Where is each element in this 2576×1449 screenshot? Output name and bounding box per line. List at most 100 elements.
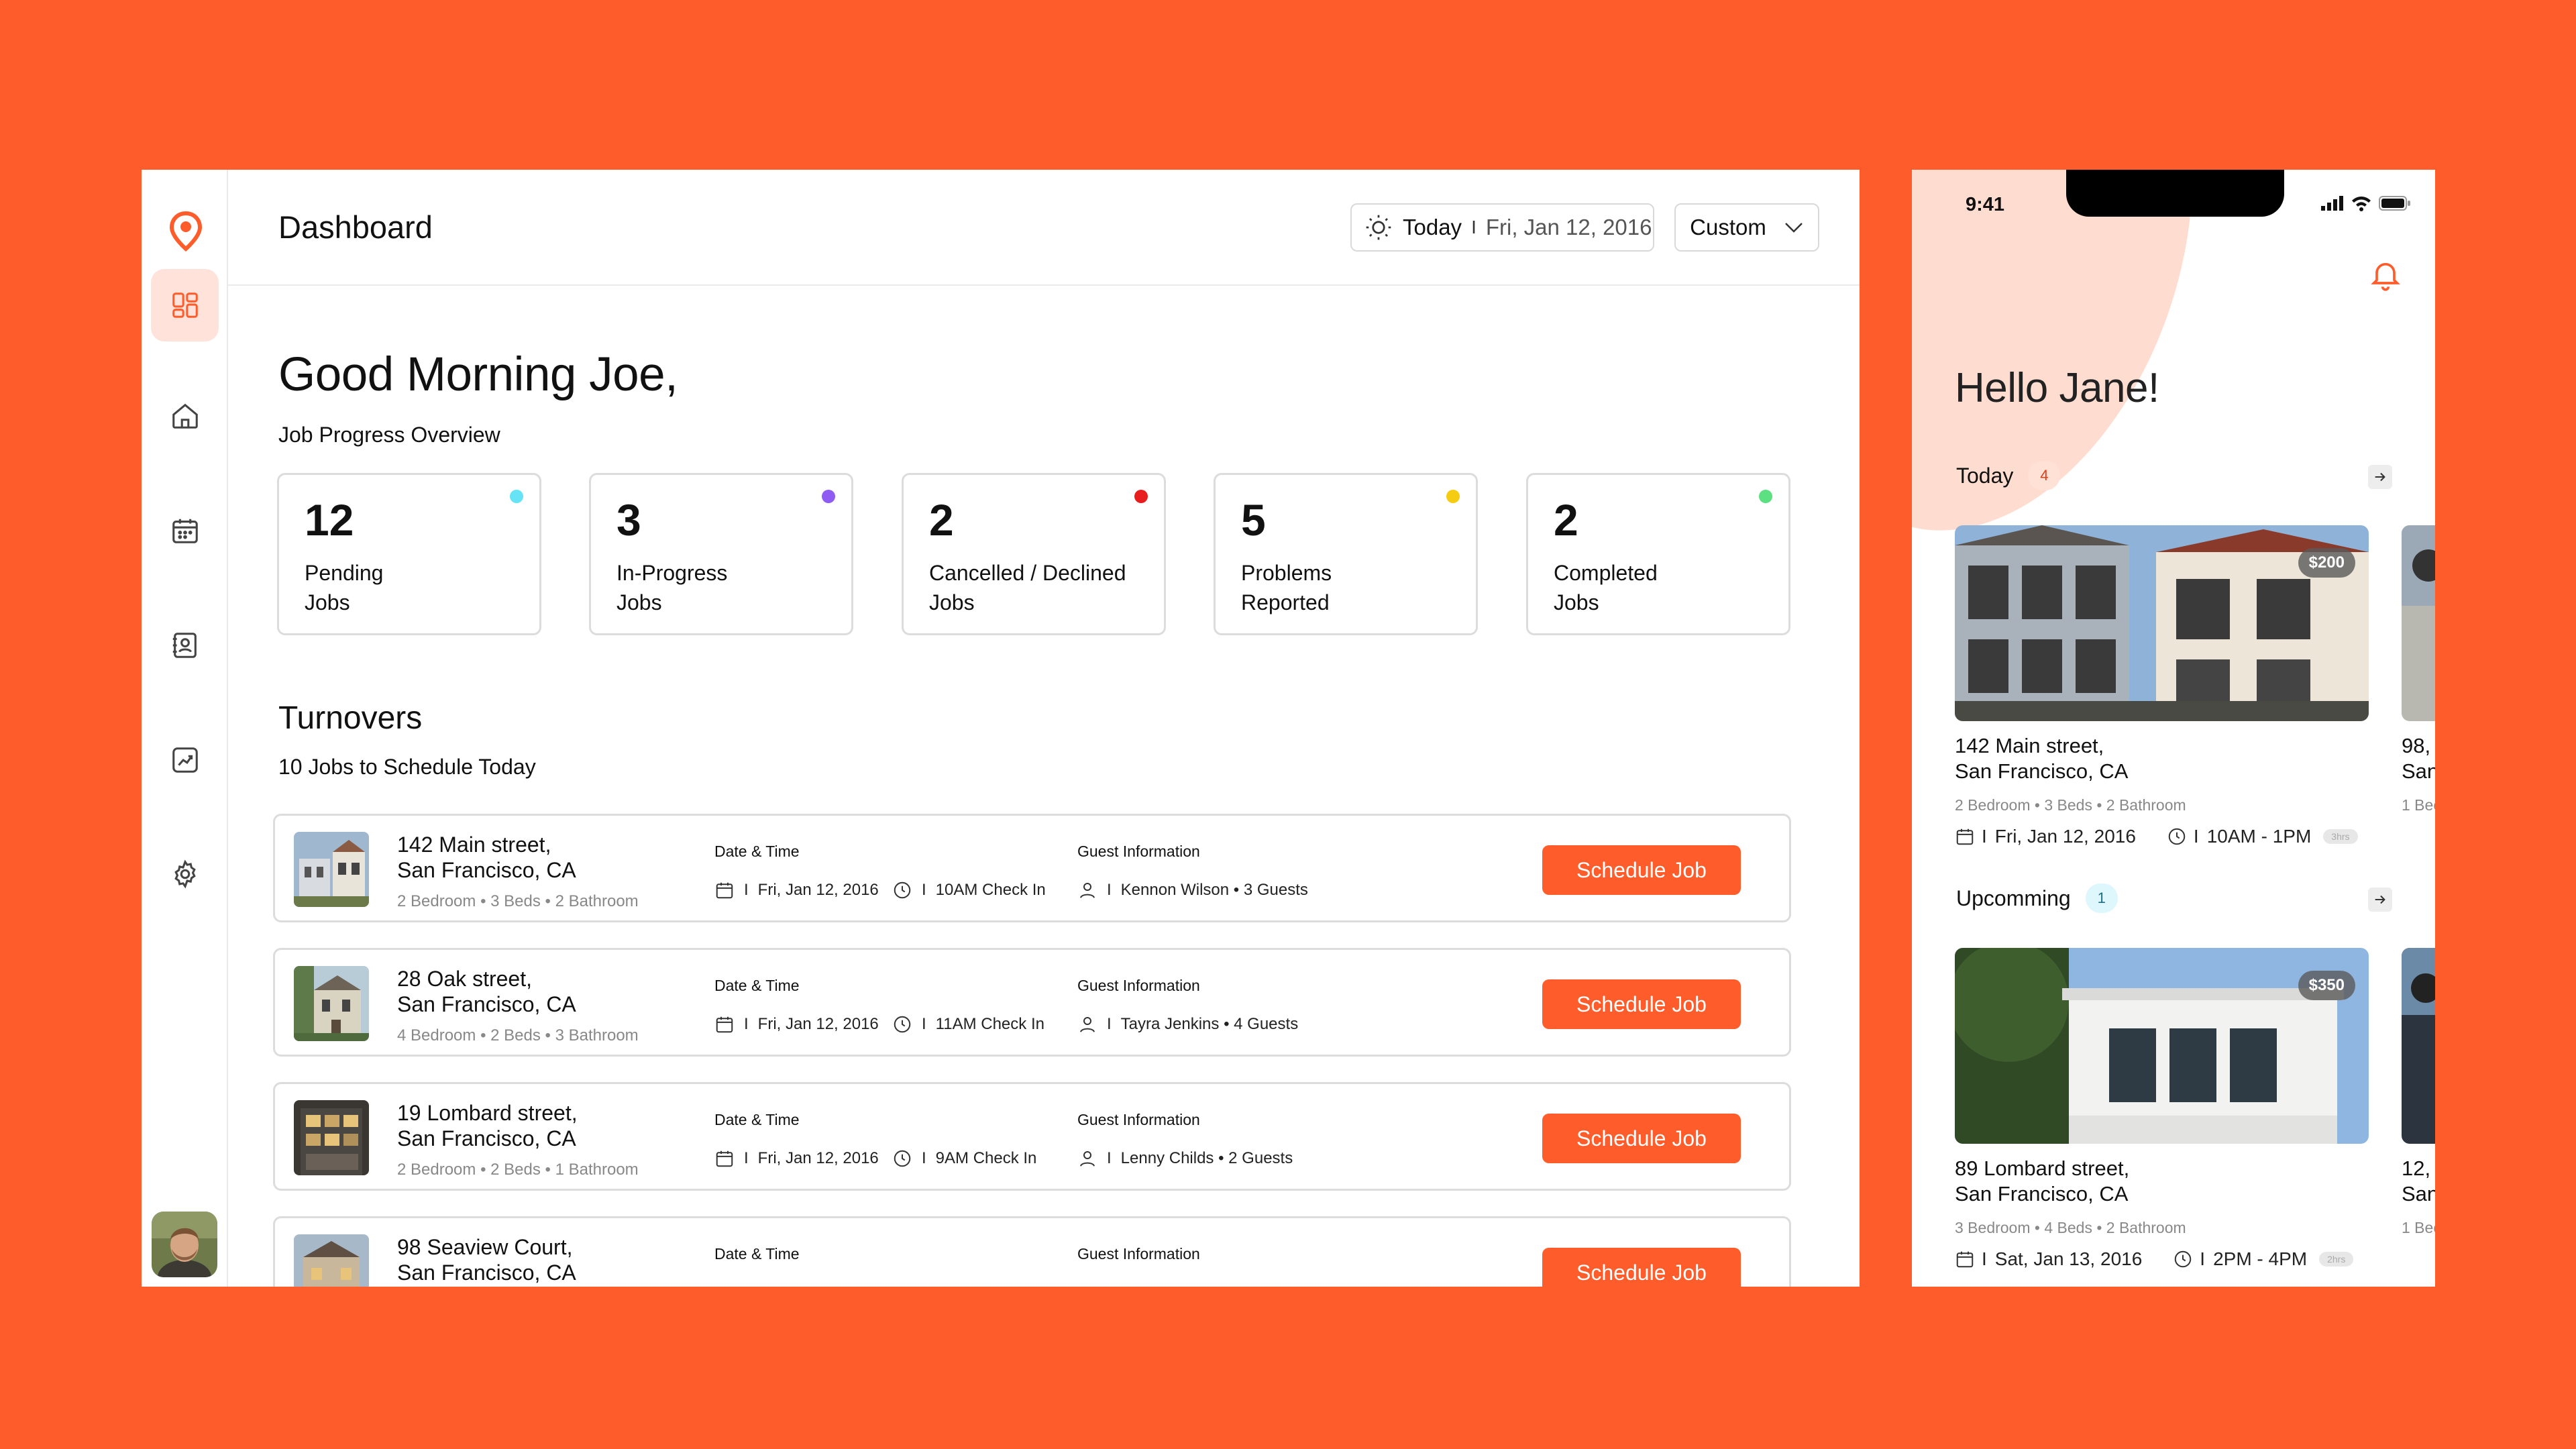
property-meta: 2 Bedroom • 3 Beds • 2 Bathroom xyxy=(397,892,639,910)
clock-icon xyxy=(894,1150,911,1167)
address-line-1: 19 Lombard street, xyxy=(397,1101,578,1125)
arrow-right-icon xyxy=(2375,472,2385,482)
today-card-schedule: I Fri, Jan 12, 2016 I 10AM - 1PM 3hrs xyxy=(1955,826,2358,847)
stat-number: 3 xyxy=(616,495,641,545)
address-line-1: 142 Main street, xyxy=(397,833,551,857)
status-time: 9:41 xyxy=(1966,194,2005,215)
nav-calendar[interactable] xyxy=(151,494,219,567)
phone-notch xyxy=(2066,170,2284,217)
separator: I xyxy=(1107,1015,1112,1033)
status-icons xyxy=(2321,195,2411,211)
today-section-header: Today 4 xyxy=(1956,461,2061,490)
status-dot xyxy=(1134,490,1148,503)
nav-dashboard[interactable] xyxy=(151,269,219,341)
chevron-down-icon xyxy=(1784,223,1803,233)
nav-reports[interactable] xyxy=(151,724,219,796)
upcoming-see-all-button[interactable] xyxy=(2368,888,2392,912)
today-see-all-button[interactable] xyxy=(2368,465,2392,489)
stat-label: Problems Reported xyxy=(1241,561,1332,614)
time-text: 9AM Check In xyxy=(935,1149,1037,1167)
date-time-header: Date & Time xyxy=(714,1245,800,1263)
today-peek-meta: 1 Bec xyxy=(2402,796,2435,814)
guest-info-header: Guest Information xyxy=(1077,1245,1200,1263)
stat-label: Pending Jobs xyxy=(305,561,384,614)
today-count-badge: 4 xyxy=(2028,461,2061,490)
sidebar xyxy=(142,170,228,1287)
today-card-image[interactable]: $200 xyxy=(1955,525,2369,721)
upcoming-peek-address: 12, San xyxy=(2402,1156,2435,1207)
sun-icon xyxy=(1366,215,1391,240)
overview-label: Job Progress Overview xyxy=(278,423,500,447)
calendar-icon xyxy=(716,1016,733,1033)
address-line-2: San Francisco, CA xyxy=(397,1260,576,1285)
date-text: Fri, Jan 12, 2016 xyxy=(1994,826,2136,847)
battery-icon xyxy=(2379,196,2410,211)
upcoming-count-badge: 1 xyxy=(2085,883,2118,913)
property-thumbnail xyxy=(294,1234,369,1287)
price-badge: $350 xyxy=(2298,971,2355,1000)
bell-icon[interactable] xyxy=(2368,257,2403,292)
guest-text: Kennon Wilson • 3 Guests xyxy=(1120,881,1308,899)
guest-info: I Lenny Childs • 2 Guests xyxy=(1077,1148,1293,1169)
address-line-2: San xyxy=(2402,1182,2435,1205)
address-line-2: San Francisco, CA xyxy=(397,1126,576,1150)
schedule-job-button[interactable]: Schedule Job xyxy=(1542,845,1741,895)
desktop-dashboard: Dashboard Today I Fri, Jan 12, 2016 Cust… xyxy=(142,170,1860,1287)
time-text: 2PM - 4PM xyxy=(2213,1248,2308,1269)
nav-settings[interactable] xyxy=(151,838,219,910)
upcoming-card-schedule: I Sat, Jan 13, 2016 I 2PM - 4PM 2hrs xyxy=(1955,1248,2354,1270)
date-text: Sat, Jan 13, 2016 xyxy=(1994,1248,2143,1269)
schedule-job-button[interactable]: Schedule Job xyxy=(1542,1248,1741,1287)
grid-icon xyxy=(172,292,198,318)
address-line-1: 98 Seaview Court, xyxy=(397,1235,573,1259)
time-text: 10AM Check In xyxy=(935,881,1046,899)
today-card-meta: 2 Bedroom • 3 Beds • 2 Bathroom xyxy=(1955,796,2186,814)
nav-properties[interactable] xyxy=(151,380,219,452)
property-address: 142 Main street, San Francisco, CA xyxy=(397,832,576,883)
location-pin-logo-icon[interactable] xyxy=(169,211,203,252)
stat-card-in-progress[interactable]: 3 In-Progress Jobs xyxy=(589,473,853,635)
clock-icon xyxy=(894,881,911,899)
time-text: 10AM - 1PM xyxy=(2206,826,2312,847)
upcoming-card-address: 89 Lombard street, San Francisco, CA xyxy=(1955,1156,2129,1207)
upcoming-card-image[interactable]: $350 xyxy=(1955,948,2369,1144)
property-thumbnail xyxy=(294,966,369,1041)
clock-icon xyxy=(894,1016,911,1033)
arrow-right-icon xyxy=(2375,895,2385,904)
contact-book-icon xyxy=(172,633,197,658)
nav-contacts[interactable] xyxy=(151,609,219,682)
greeting: Good Morning Joe, xyxy=(278,348,678,401)
upcoming-card-peek-image[interactable] xyxy=(2402,948,2435,1144)
guest-text: Lenny Childs • 2 Guests xyxy=(1120,1149,1293,1167)
user-icon xyxy=(1080,1017,1095,1032)
separator: I xyxy=(744,881,749,899)
stat-card-pending[interactable]: 12 Pending Jobs xyxy=(277,473,541,635)
calendar-icon xyxy=(716,1150,733,1167)
job-date: I Fri, Jan 12, 2016 xyxy=(714,880,879,900)
schedule-job-button[interactable]: Schedule Job xyxy=(1542,1114,1741,1163)
date-selector[interactable]: Today I Fri, Jan 12, 2016 xyxy=(1350,203,1654,252)
job-date: I Fri, Jan 12, 2016 xyxy=(714,1148,879,1169)
stat-card-cancelled[interactable]: 2 Cancelled / Declined Jobs xyxy=(902,473,1166,635)
address-line-2: San Francisco, CA xyxy=(397,992,576,1016)
job-row: 28 Oak street, San Francisco, CA 4 Bedro… xyxy=(273,948,1791,1057)
stat-number: 5 xyxy=(1241,495,1266,545)
address-line-1: 12, xyxy=(2402,1157,2431,1180)
address-line-1: 142 Main street, xyxy=(1955,734,2104,757)
property-address: 98 Seaview Court, San Francisco, CA xyxy=(397,1234,576,1285)
stat-card-completed[interactable]: 2 Completed Jobs xyxy=(1526,473,1790,635)
today-card-address: 142 Main street, San Francisco, CA xyxy=(1955,733,2128,784)
separator: I xyxy=(1107,881,1112,899)
stat-card-problems[interactable]: 5 Problems Reported xyxy=(1214,473,1478,635)
avatar[interactable] xyxy=(152,1212,217,1277)
stat-number: 2 xyxy=(1554,495,1578,545)
custom-range-dropdown[interactable]: Custom xyxy=(1674,203,1819,252)
date-today-label: Today xyxy=(1403,215,1462,239)
schedule-job-button[interactable]: Schedule Job xyxy=(1542,979,1741,1029)
today-card-peek-image[interactable] xyxy=(2402,525,2435,721)
property-address: 19 Lombard street, San Francisco, CA xyxy=(397,1100,578,1151)
home-icon xyxy=(172,403,198,429)
date-time-header: Date & Time xyxy=(714,1111,800,1128)
address-line-2: San Francisco, CA xyxy=(1955,1182,2129,1205)
duration-badge: 2hrs xyxy=(2319,1252,2354,1267)
